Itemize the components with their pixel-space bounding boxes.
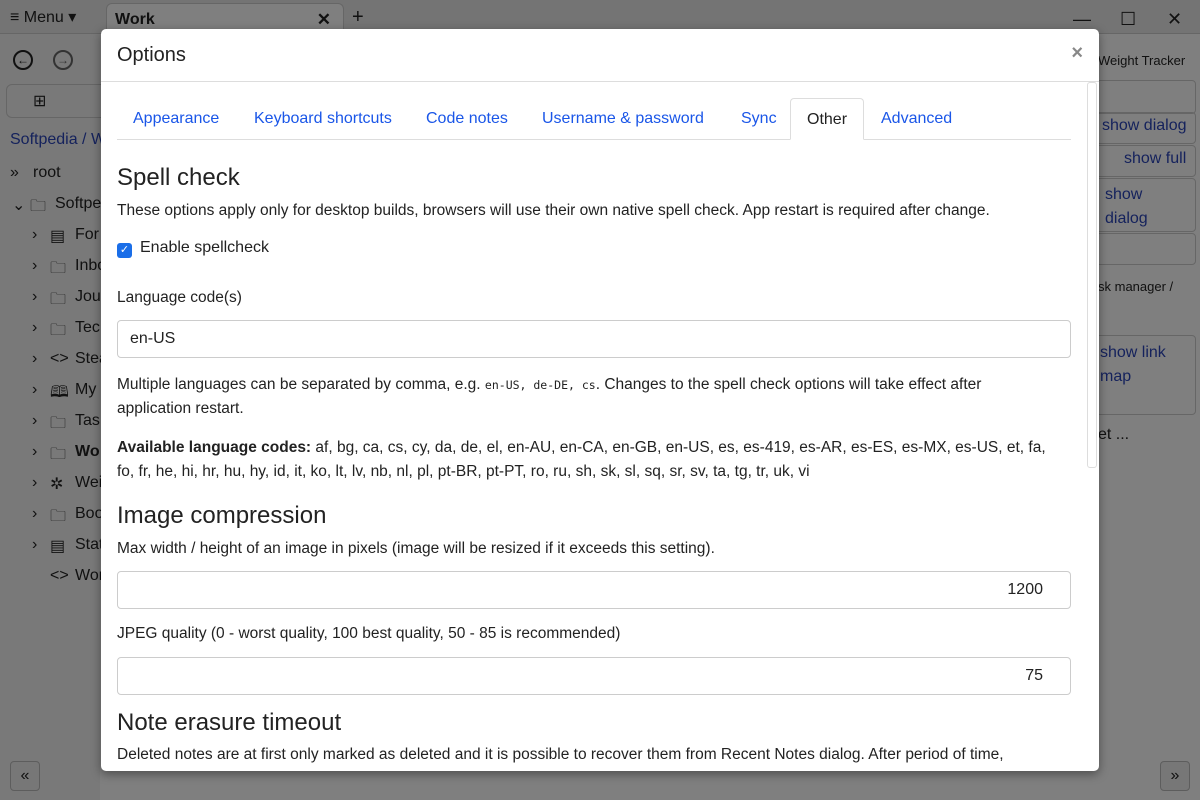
- options-tabs: Appearance Keyboard shortcuts Code notes Us…: [117, 98, 1071, 140]
- jpeg-quality-input[interactable]: 75: [117, 657, 1071, 695]
- tab-sync[interactable]: Sync: [725, 98, 793, 140]
- available-codes: Available language codes: af, bg, ca, cs…: [117, 436, 1047, 484]
- enable-spellcheck-checkbox[interactable]: ✓ Enable spellcheck: [117, 239, 269, 258]
- max-size-input[interactable]: 1200: [117, 571, 1071, 609]
- checkbox-label: Enable spellcheck: [140, 239, 269, 256]
- tab-other[interactable]: Other: [790, 98, 865, 140]
- jpeg-quality-label: JPEG quality (0 - worst quality, 100 bes…: [117, 625, 621, 642]
- spell-check-heading: Spell check: [117, 164, 240, 191]
- tab-keyboard-shortcuts[interactable]: Keyboard shortcuts: [238, 98, 408, 140]
- options-dialog: Options × Appearance Keyboard shortcuts Cod…: [101, 29, 1099, 771]
- close-icon[interactable]: ×: [1071, 42, 1083, 65]
- tab-appearance[interactable]: Appearance: [117, 98, 235, 140]
- note-codes: en-US, de-DE, cs: [484, 378, 596, 392]
- available-codes-label: Available language codes:: [117, 439, 312, 456]
- note-erasure-description: Deleted notes are at first only marked a…: [117, 746, 1004, 763]
- note-text: Multiple languages can be separated by c…: [117, 376, 485, 393]
- tab-username-password[interactable]: Username & password: [526, 98, 720, 140]
- language-codes-input[interactable]: en-US: [117, 320, 1071, 358]
- scrollbar[interactable]: [1087, 82, 1097, 468]
- image-compression-heading: Image compression: [117, 502, 327, 529]
- max-size-label: Max width / height of an image in pixels…: [117, 540, 715, 557]
- spell-check-description: These options apply only for desktop bui…: [117, 202, 990, 219]
- language-codes-label: Language code(s): [117, 289, 242, 306]
- checkbox-checked-icon: ✓: [117, 243, 132, 258]
- dialog-title: Options: [117, 44, 186, 66]
- tab-advanced[interactable]: Advanced: [865, 98, 968, 140]
- note-erasure-heading: Note erasure timeout: [117, 709, 342, 736]
- tab-code-notes[interactable]: Code notes: [410, 98, 524, 140]
- languages-note: Multiple languages can be separated by c…: [117, 373, 1047, 421]
